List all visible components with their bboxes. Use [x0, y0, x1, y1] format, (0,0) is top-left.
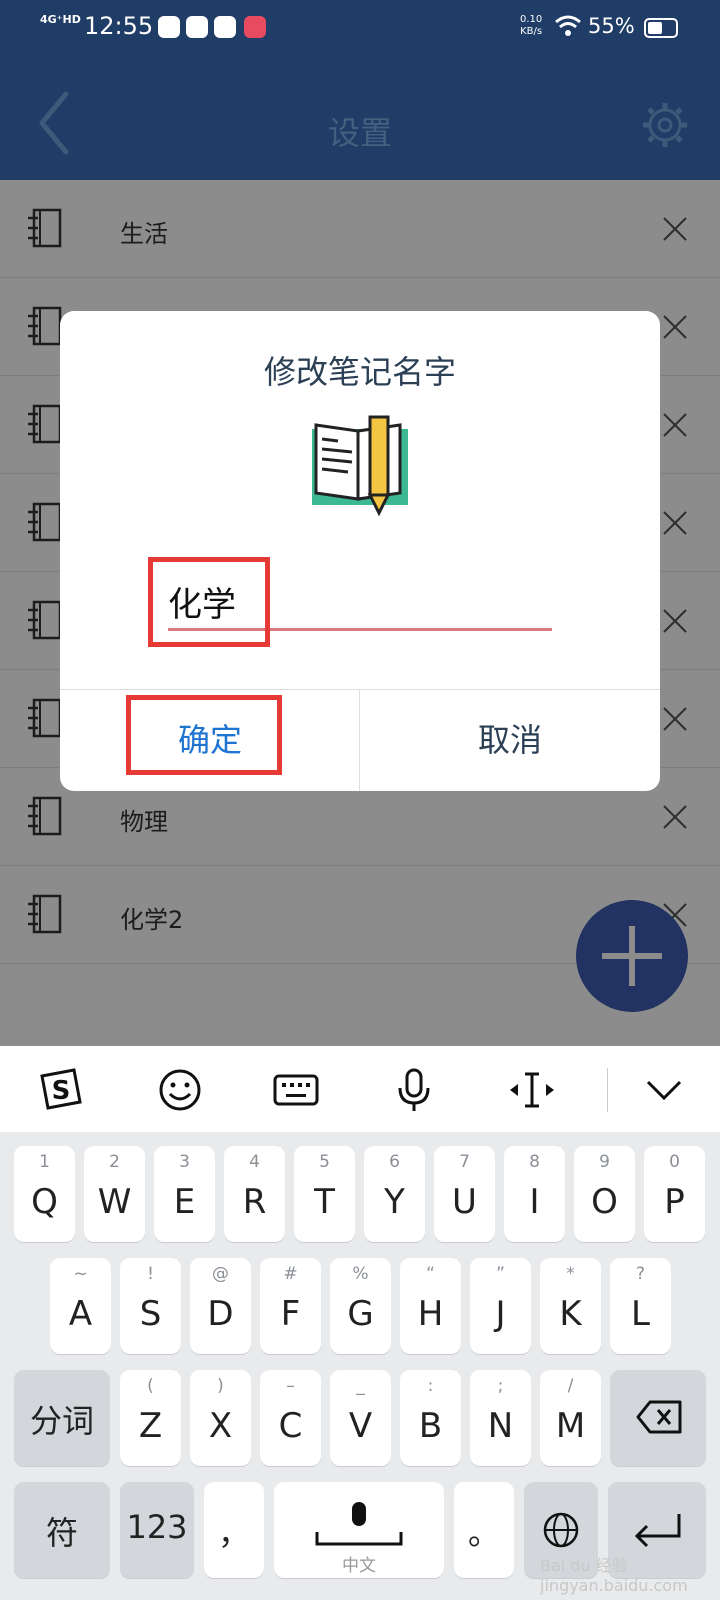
divider — [607, 1068, 608, 1112]
key-b[interactable]: :B — [400, 1370, 461, 1466]
backspace-icon — [636, 1400, 682, 1434]
key-a[interactable]: ~ A — [50, 1258, 111, 1354]
key-n[interactable]: ; N — [470, 1370, 531, 1466]
key-s[interactable]: ! S — [120, 1258, 181, 1354]
globe-icon — [543, 1512, 579, 1548]
key-l[interactable]: ? L — [610, 1258, 671, 1354]
confirm-highlight-box — [126, 695, 282, 775]
battery-percent: 55% — [588, 14, 635, 38]
key-j[interactable]: ” J — [470, 1258, 531, 1354]
key-e[interactable]: 3E — [154, 1146, 215, 1242]
sogou-logo-icon[interactable]: S — [36, 1066, 84, 1114]
network-speed: 0.10 KB/s — [520, 14, 543, 37]
status-bar: 4G⁺HD 12:55 0.10 KB/s 55% — [0, 0, 720, 58]
page-title: 设置 — [327, 114, 392, 152]
chevron-down-icon[interactable] — [640, 1066, 688, 1114]
status-time: 12:55 — [84, 12, 154, 40]
number-key[interactable]: 123 — [120, 1482, 194, 1578]
key-m[interactable]: / M — [540, 1370, 601, 1466]
space-key[interactable]: 中文 — [274, 1482, 444, 1578]
key-t[interactable]: 5T — [294, 1146, 355, 1242]
keyboard: 1Q 2W 3E 4R 5T 6Y 7U 8I 9O 0P ~ A ! S @ D #… — [0, 1132, 720, 1600]
key-p[interactable]: 0P — [644, 1146, 705, 1242]
key-h[interactable]: “H — [400, 1258, 461, 1354]
gear-icon[interactable] — [640, 100, 690, 150]
key-y[interactable]: 6Y — [364, 1146, 425, 1242]
input-highlight-box — [148, 557, 270, 647]
keyboard-icon[interactable] — [272, 1066, 320, 1114]
ime-toolbar: S — [0, 1046, 720, 1132]
wifi-icon — [555, 15, 581, 36]
microphone-icon[interactable] — [390, 1066, 438, 1114]
key-r[interactable]: 4R — [224, 1146, 285, 1242]
notebook-pencil-icon — [312, 415, 408, 517]
svg-text:S: S — [52, 1076, 71, 1106]
key-w[interactable]: 2W — [84, 1146, 145, 1242]
network-indicator: 4G⁺HD — [40, 13, 81, 26]
dialog-title: 修改笔记名字 — [263, 353, 456, 391]
space-sub-label: 中文 — [342, 1556, 376, 1576]
red-app-notification-icon — [244, 16, 266, 38]
key-v[interactable]: _ V — [330, 1370, 391, 1466]
cursor-move-icon[interactable] — [508, 1066, 556, 1114]
key-q[interactable]: 1Q — [14, 1146, 75, 1242]
cancel-button[interactable]: 取消 — [360, 689, 660, 791]
watermark: Bai du 经验 jingyan.baidu.com — [540, 1556, 688, 1595]
key-k[interactable]: * K — [540, 1258, 601, 1354]
app-notification-icon — [158, 16, 180, 38]
key-d[interactable]: @ D — [190, 1258, 251, 1354]
comma-key[interactable]: ， — [204, 1482, 264, 1578]
key-u[interactable]: 7U — [434, 1146, 495, 1242]
video-notification-icon — [214, 16, 236, 38]
period-key[interactable]: 。 — [454, 1482, 514, 1578]
emoji-icon[interactable] — [156, 1066, 204, 1114]
segment-key[interactable]: 分词 — [14, 1370, 110, 1466]
battery-icon — [644, 18, 678, 38]
key-x[interactable]: ) X — [190, 1370, 251, 1466]
key-z[interactable]: (Z — [120, 1370, 181, 1466]
voice-space-icon — [315, 1502, 403, 1546]
key-i[interactable]: 8I — [504, 1146, 565, 1242]
enter-icon — [634, 1514, 681, 1548]
key-o[interactable]: 9O — [574, 1146, 635, 1242]
key-f[interactable]: # F — [260, 1258, 321, 1354]
app-header: 设置 — [0, 58, 720, 180]
symbol-key[interactable]: 符 — [14, 1482, 110, 1578]
rename-dialog: 修改笔记名字 确定 取消 — [60, 311, 660, 791]
key-c[interactable]: – C — [260, 1370, 321, 1466]
backspace-key[interactable] — [610, 1370, 706, 1466]
play-notification-icon — [186, 16, 208, 38]
key-g[interactable]: % G — [330, 1258, 391, 1354]
